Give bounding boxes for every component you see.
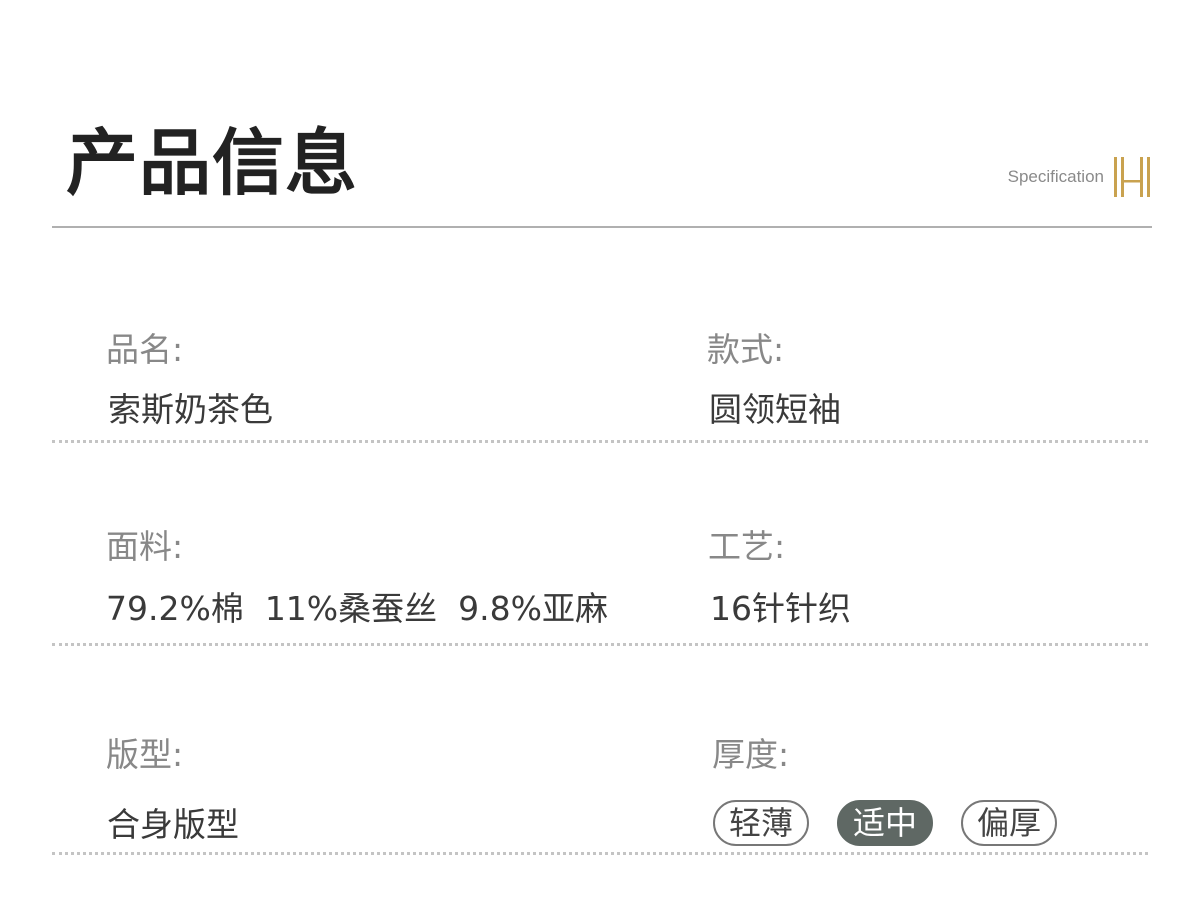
thickness-option-thick: 偏厚 [961,800,1058,846]
row-divider [52,643,1148,646]
style-label: 款式: [707,330,785,369]
thickness-option-light: 轻薄 [713,800,810,846]
product-name-value: 索斯奶茶色 [108,390,273,429]
craft-value: 16针针织 [710,589,851,628]
specification-label: Specification [1007,167,1104,186]
thickness-options: 轻薄 适中 偏厚 [713,800,1058,846]
craft-label: 工艺: [708,527,786,566]
row-divider [52,440,1148,443]
page-title: 产品信息 [66,120,359,205]
fit-label: 版型: [106,735,184,774]
thickness-label: 厚度: [712,735,790,774]
thickness-option-medium-selected: 适中 [837,800,934,846]
fit-value: 合身版型 [107,805,239,844]
specification-badge: Specification [1008,154,1152,200]
style-value: 圆领短袖 [709,390,841,429]
row-divider [52,852,1148,855]
fabric-value: 79.2%棉 11%桑蚕丝 9.8%亚麻 [106,589,608,628]
fabric-label: 面料: [106,527,184,566]
header-divider [52,226,1152,228]
h-monogram-icon [1114,157,1150,197]
product-name-label: 品名: [106,330,184,369]
